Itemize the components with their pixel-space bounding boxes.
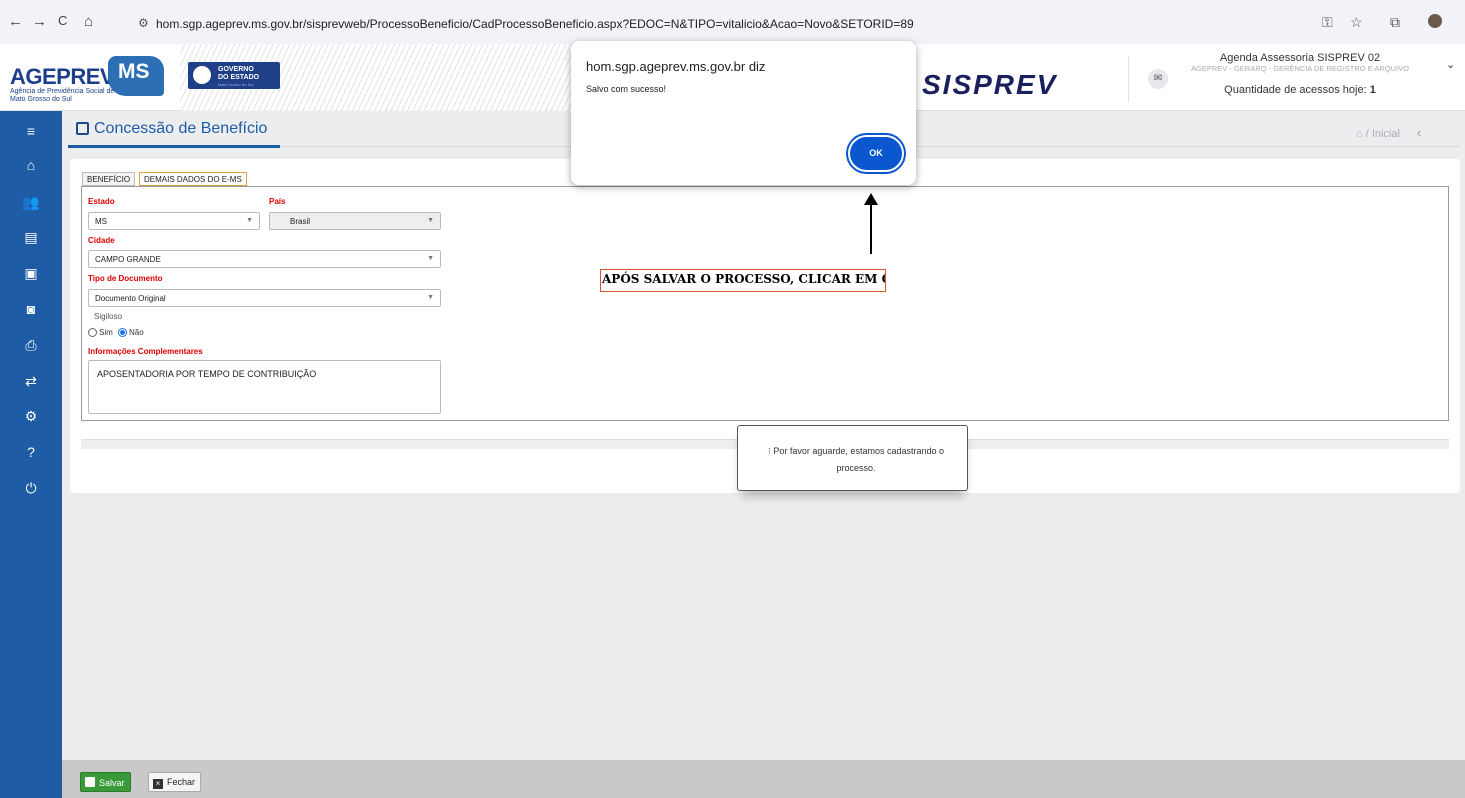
pais-value: Brasil	[290, 217, 311, 226]
site-info-icon[interactable]: ⚙	[138, 16, 149, 30]
password-key-icon[interactable]: ⚿	[1322, 14, 1333, 31]
sigiloso-label: Sigiloso	[94, 312, 123, 321]
cidade-value: CAMPO GRANDE	[95, 255, 161, 264]
gov-line2: DO ESTADO	[218, 74, 260, 81]
breadcrumb: ⌂ / Inicial ‹	[1356, 125, 1421, 140]
sigiloso-radio-group: Sim Não	[88, 328, 144, 338]
government-logo: GOVERNO DO ESTADO Mato Grosso do Sul	[188, 62, 280, 89]
browser-toolbar: ← → C ⌂ ⚙ hom.sgp.ageprev.ms.gov.br/sisp…	[0, 0, 1465, 44]
annotation-note: APÓS SALVAR O PROCESSO, CLICAR EM OK	[600, 269, 886, 292]
tipo-documento-select[interactable]: Documento Original ▼	[88, 289, 441, 307]
save-icon	[85, 777, 95, 787]
tipo-documento-label: Tipo de Documento	[88, 274, 163, 283]
sigiloso-nao-label[interactable]: Não	[129, 328, 144, 337]
help-icon[interactable]: ?	[0, 444, 62, 460]
access-count: 1	[1369, 84, 1376, 96]
user-name[interactable]: Agenda Assessoria SISPREV 02	[1180, 52, 1420, 64]
url-text[interactable]: hom.sgp.ageprev.ms.gov.br/sisprevweb/Pro…	[156, 17, 914, 31]
dropdown-arrow-icon: ▼	[427, 294, 434, 301]
save-button[interactable]: Salvar	[80, 772, 131, 792]
spinner-icon: ⁝	[768, 446, 771, 456]
footer-bar	[62, 760, 1465, 798]
sigiloso-sim-label[interactable]: Sim	[99, 328, 113, 337]
logo-main-text: AGEPREV	[10, 64, 115, 89]
users-icon[interactable]: 👥	[0, 194, 62, 211]
bookmark-star-icon[interactable]: ☆	[1350, 14, 1363, 31]
home-nav-icon[interactable]: ⌂	[0, 157, 62, 173]
dropdown-arrow-icon: ▼	[246, 217, 253, 224]
transfer-icon[interactable]: ⇄	[0, 373, 62, 390]
power-logout-icon[interactable]: ⏻	[0, 480, 62, 497]
close-icon: ×	[153, 779, 163, 789]
chevron-left-icon[interactable]: ‹	[1417, 125, 1421, 140]
loading-message: ⁝ Por favor aguarde, estamos cadastrando…	[756, 443, 956, 477]
logo-subtitle: Agência de Previdência Social de Mato Gr…	[10, 88, 115, 103]
mail-icon[interactable]: ✉	[1148, 69, 1168, 89]
arrow-up-icon	[864, 193, 878, 205]
informacoes-label: Informações Complementares	[88, 347, 203, 356]
play-square-icon	[76, 122, 89, 135]
estado-select[interactable]: MS ▼	[88, 212, 260, 230]
chevron-down-icon[interactable]: ⌄	[1446, 58, 1455, 71]
settings-gear-icon[interactable]: ⚙	[0, 408, 62, 425]
access-count-label: Quantidade de acessos hoje: 1	[1180, 84, 1420, 96]
pais-select[interactable]: Brasil ▼	[269, 212, 441, 230]
document-icon[interactable]: ▤	[0, 229, 62, 246]
dropdown-arrow-icon: ▼	[427, 255, 434, 262]
state-seal-icon	[193, 66, 211, 84]
ok-button[interactable]: OK	[850, 137, 902, 170]
tipo-documento-value: Documento Original	[95, 294, 166, 303]
dialog-title: hom.sgp.ageprev.ms.gov.br diz	[586, 59, 766, 74]
title-underline	[68, 145, 280, 148]
cidade-label: Cidade	[88, 236, 115, 245]
close-button[interactable]: × Fechar	[148, 772, 202, 792]
sidebar: ≡ ⌂ 👥 ▤ ▣ ◙ ⎙ ⇄ ⚙ ? ⏻	[0, 111, 62, 798]
page-title: Concessão de Benefício	[76, 120, 267, 138]
dropdown-arrow-icon: ▼	[427, 217, 434, 224]
ageprev-logo: AGEPREV MS Agência de Previdência Social…	[4, 52, 169, 107]
cidade-select[interactable]: CAMPO GRANDE ▼	[88, 250, 441, 268]
forward-icon[interactable]: →	[32, 13, 47, 30]
gov-line1: GOVERNO	[218, 66, 254, 73]
home-icon[interactable]: ⌂	[84, 13, 93, 30]
access-label-text: Quantidade de acessos hoje:	[1224, 84, 1367, 96]
tab-demais-dados[interactable]: DEMAIS DADOS DO E-MS	[139, 172, 247, 186]
user-department: AGEPREV - GERARQ - GERÊNCIA DE REGISTRO …	[1191, 64, 1409, 73]
close-button-label: Fechar	[167, 777, 196, 787]
alert-dialog: hom.sgp.ageprev.ms.gov.br diz Salvo com …	[571, 41, 916, 185]
back-icon[interactable]: ←	[8, 13, 23, 30]
money-icon[interactable]: ◙	[0, 301, 62, 317]
informacoes-textarea[interactable]: APOSENTADORIA POR TEMPO DE CONTRIBUIÇÃO	[88, 360, 441, 414]
breadcrumb-home-icon[interactable]: ⌂	[1356, 128, 1363, 140]
gov-line3: Mato Grosso do Sul	[218, 82, 254, 87]
pais-label: País	[269, 197, 286, 206]
page-title-text: Concessão de Benefício	[94, 120, 268, 137]
header-divider	[1128, 56, 1129, 102]
profile-avatar[interactable]	[1428, 14, 1442, 28]
gov-text: GOVERNO DO ESTADO	[218, 66, 259, 82]
annotation-arrow	[870, 204, 872, 254]
breadcrumb-inicial[interactable]: / Inicial	[1366, 128, 1400, 140]
dialog-message: Salvo com sucesso!	[586, 84, 667, 94]
system-logo: SISPREV	[922, 69, 1058, 100]
tab-beneficio[interactable]: BENEFÍCIO	[82, 172, 136, 186]
sigiloso-sim-radio[interactable]	[88, 328, 97, 338]
menu-toggle-icon[interactable]: ≡	[0, 123, 62, 139]
sigiloso-nao-radio[interactable]	[118, 328, 128, 338]
archive-icon[interactable]: ▣	[0, 265, 62, 282]
loading-text: Por favor aguarde, estamos cadastrando o…	[773, 446, 944, 473]
reload-icon[interactable]: C	[58, 13, 67, 28]
save-button-label: Salvar	[99, 778, 125, 788]
estado-label: Estado	[88, 197, 115, 206]
print-icon[interactable]: ⎙	[0, 337, 62, 354]
loading-box: ⁝ Por favor aguarde, estamos cadastrando…	[737, 425, 968, 491]
estado-value: MS	[95, 217, 107, 226]
extensions-icon[interactable]: ⧉	[1390, 14, 1400, 31]
